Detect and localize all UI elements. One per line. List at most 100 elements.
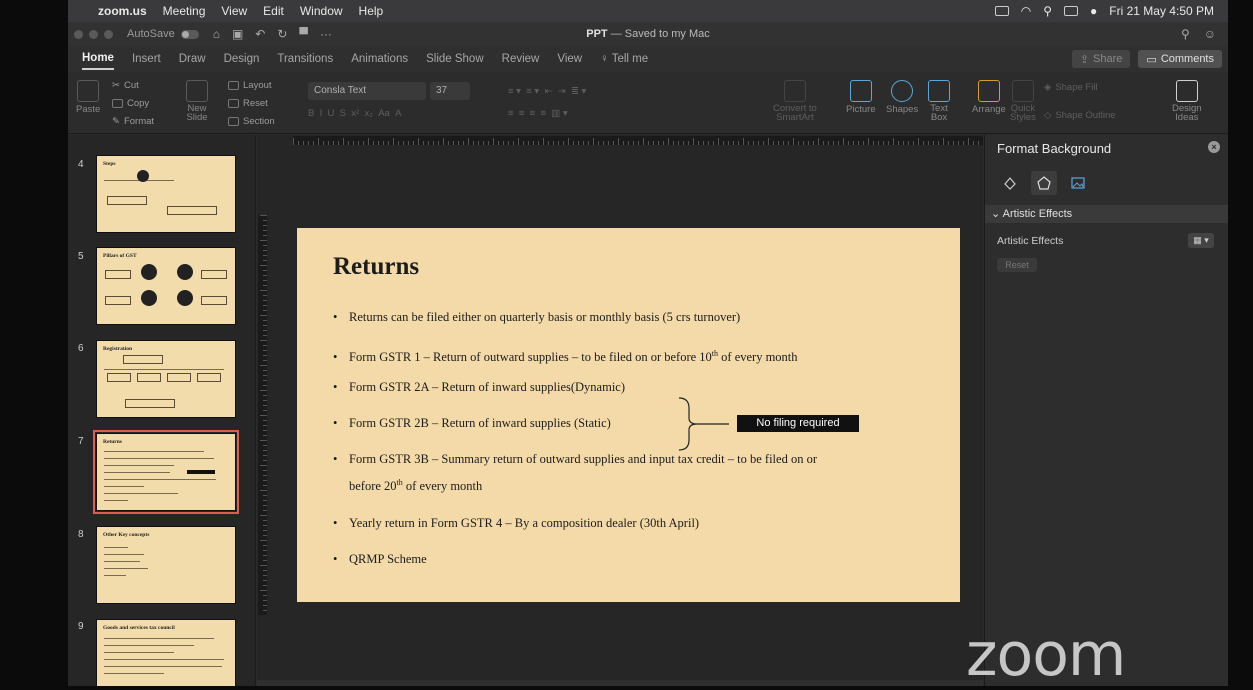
- control-center-icon[interactable]: [1064, 6, 1079, 16]
- more-icon[interactable]: ···: [320, 27, 332, 41]
- tab-transitions[interactable]: Transitions: [277, 49, 333, 69]
- artistic-effects-dropdown[interactable]: ▦ ▾: [1188, 233, 1214, 248]
- copy-button[interactable]: Copy: [112, 98, 149, 109]
- bullet-item[interactable]: • Form GSTR 1 – Return of outward supplie…: [333, 344, 933, 367]
- comments-button[interactable]: ▭ Comments: [1138, 50, 1222, 68]
- thumb-line: [104, 500, 128, 501]
- spotlight-search-icon[interactable]: ⚲: [1043, 4, 1052, 18]
- reset-button[interactable]: Reset: [228, 98, 268, 109]
- bullet-item[interactable]: • Yearly return in Form GSTR 4 – By a com…: [333, 514, 933, 533]
- new-slide-button[interactable]: New Slide: [186, 80, 208, 122]
- slide-thumbnail-8[interactable]: Other Key concepts: [96, 526, 236, 604]
- text-format-controls[interactable]: B I U S x² x₂ Aa A: [308, 108, 401, 119]
- ruler-tick: [263, 520, 267, 521]
- ruler-tick: [263, 270, 267, 271]
- bullet-item[interactable]: • Form GSTR 2A – Return of inward supplie…: [333, 378, 933, 397]
- menu-view[interactable]: View: [221, 4, 247, 18]
- font-name-select[interactable]: Consla Text: [308, 82, 426, 100]
- tab-design[interactable]: Design: [224, 49, 260, 69]
- ruler-tick: [693, 138, 694, 145]
- tab-view[interactable]: View: [557, 49, 582, 69]
- no-filing-required-callout[interactable]: No filing required: [737, 415, 859, 432]
- shape-fill-label: Shape Fill: [1055, 82, 1098, 93]
- ruler-tick: [263, 235, 267, 236]
- thumb-line: [104, 451, 204, 452]
- bullet-item[interactable]: • Form GSTR 3B – Summary return of outwar…: [333, 450, 933, 469]
- bullet-item[interactable]: • QRMP Scheme: [333, 550, 933, 569]
- tab-insert[interactable]: Insert: [132, 49, 161, 69]
- share-button[interactable]: ⇪ Share: [1071, 50, 1131, 68]
- tab-animations[interactable]: Animations: [351, 49, 408, 69]
- battery-icon[interactable]: [994, 6, 1009, 16]
- undo-icon[interactable]: ↶: [255, 27, 265, 41]
- layout-button[interactable]: Layout: [228, 80, 272, 91]
- bullet-item[interactable]: • Returns can be filed either on quarterl…: [333, 308, 933, 327]
- bullet-text: Yearly return in Form GSTR 4 – By a comp…: [349, 516, 700, 530]
- ruler-tick: [903, 141, 904, 145]
- redo-icon[interactable]: ↻: [277, 27, 287, 41]
- autosave-toggle[interactable]: [180, 29, 199, 39]
- clock-datetime[interactable]: Fri 21 May 4:50 PM: [1109, 4, 1214, 18]
- curly-brace-connector[interactable]: [677, 396, 729, 452]
- ruler-tick: [523, 141, 524, 145]
- close-window-button[interactable]: [74, 29, 83, 39]
- home-icon[interactable]: ⌂: [213, 27, 220, 41]
- shape-fill-button[interactable]: ◈ Shape Fill: [1044, 82, 1098, 93]
- text-box-button[interactable]: Text Box: [928, 80, 950, 122]
- search-icon[interactable]: ⚲: [1181, 27, 1190, 41]
- shapes-button[interactable]: Shapes: [886, 80, 918, 115]
- slide-thumbnail-6[interactable]: Registration: [96, 340, 236, 418]
- fill-tab-icon[interactable]: [997, 171, 1023, 195]
- wifi-icon[interactable]: ◠: [1021, 4, 1031, 18]
- alignment-controls[interactable]: ≡ ≡ ≡ ≡ ▥ ▾: [508, 108, 568, 119]
- font-size-select[interactable]: 37: [430, 82, 470, 100]
- quick-styles-button[interactable]: Quick Styles: [1010, 80, 1036, 122]
- paste-button[interactable]: Paste: [76, 80, 100, 115]
- convert-smartart-button[interactable]: Convert to SmartArt: [773, 80, 817, 122]
- thumb-line: [104, 568, 148, 569]
- zoom-window-button[interactable]: [104, 29, 113, 39]
- minimize-window-button[interactable]: [89, 29, 98, 39]
- ruler-tick: [488, 141, 489, 145]
- bullet-continuation[interactable]: before 20th of every month: [349, 478, 482, 494]
- close-pane-button[interactable]: ×: [1208, 141, 1220, 153]
- picture-tab-icon[interactable]: [1065, 171, 1091, 195]
- slide-thumbnail-5[interactable]: Pillars of GST: [96, 247, 236, 325]
- thumb-line: [104, 458, 214, 459]
- picture-button[interactable]: Picture: [846, 80, 876, 115]
- effects-tab-icon[interactable]: [1031, 171, 1057, 195]
- notes-pane[interactable]: [257, 680, 983, 686]
- tab-review[interactable]: Review: [502, 49, 540, 69]
- save-icon[interactable]: ▣: [232, 27, 243, 41]
- arrange-button[interactable]: Arrange: [972, 80, 1006, 115]
- slide-title[interactable]: Returns: [333, 253, 419, 281]
- tab-slide-show[interactable]: Slide Show: [426, 49, 484, 69]
- menu-meeting[interactable]: Meeting: [163, 4, 206, 18]
- menu-window[interactable]: Window: [300, 4, 343, 18]
- horizontal-ruler[interactable]: [293, 136, 983, 145]
- tab-home[interactable]: Home: [82, 48, 114, 70]
- slide-thumbnail-7[interactable]: Returns: [93, 430, 239, 514]
- document-save-status: — Saved to my Mac: [607, 28, 710, 40]
- slide-thumbnail-4[interactable]: Steps: [96, 155, 236, 233]
- tell-me-search[interactable]: ♀ Tell me: [600, 53, 648, 65]
- vertical-ruler[interactable]: [258, 215, 267, 615]
- section-button[interactable]: Section: [228, 116, 275, 127]
- artistic-effects-section[interactable]: ⌄ Artistic Effects: [985, 205, 1228, 223]
- design-ideas-button[interactable]: Design Ideas: [1172, 80, 1202, 122]
- present-icon[interactable]: ▀: [299, 27, 308, 41]
- menu-edit[interactable]: Edit: [263, 4, 284, 18]
- ruler-tick: [953, 141, 954, 145]
- format-painter-button[interactable]: ✎ Format: [112, 116, 154, 127]
- slide-thumbnail-9[interactable]: Goods and services tax council: [96, 619, 236, 686]
- menu-app-name[interactable]: zoom.us: [98, 4, 147, 18]
- cut-button[interactable]: ✂ Cut: [112, 80, 139, 91]
- paragraph-controls[interactable]: ≡ ▾ ≡ ▾ ⇤ ⇥ ≣ ▾: [508, 86, 586, 97]
- current-slide[interactable]: Returns • Returns can be filed either on …: [297, 228, 960, 602]
- tab-draw[interactable]: Draw: [179, 49, 206, 69]
- artistic-reset-button[interactable]: Reset: [997, 258, 1037, 272]
- menu-help[interactable]: Help: [359, 4, 384, 18]
- siri-icon[interactable]: ●: [1090, 4, 1097, 18]
- shape-outline-button[interactable]: ◇ Shape Outline: [1044, 110, 1116, 121]
- account-icon[interactable]: ☺: [1204, 27, 1216, 41]
